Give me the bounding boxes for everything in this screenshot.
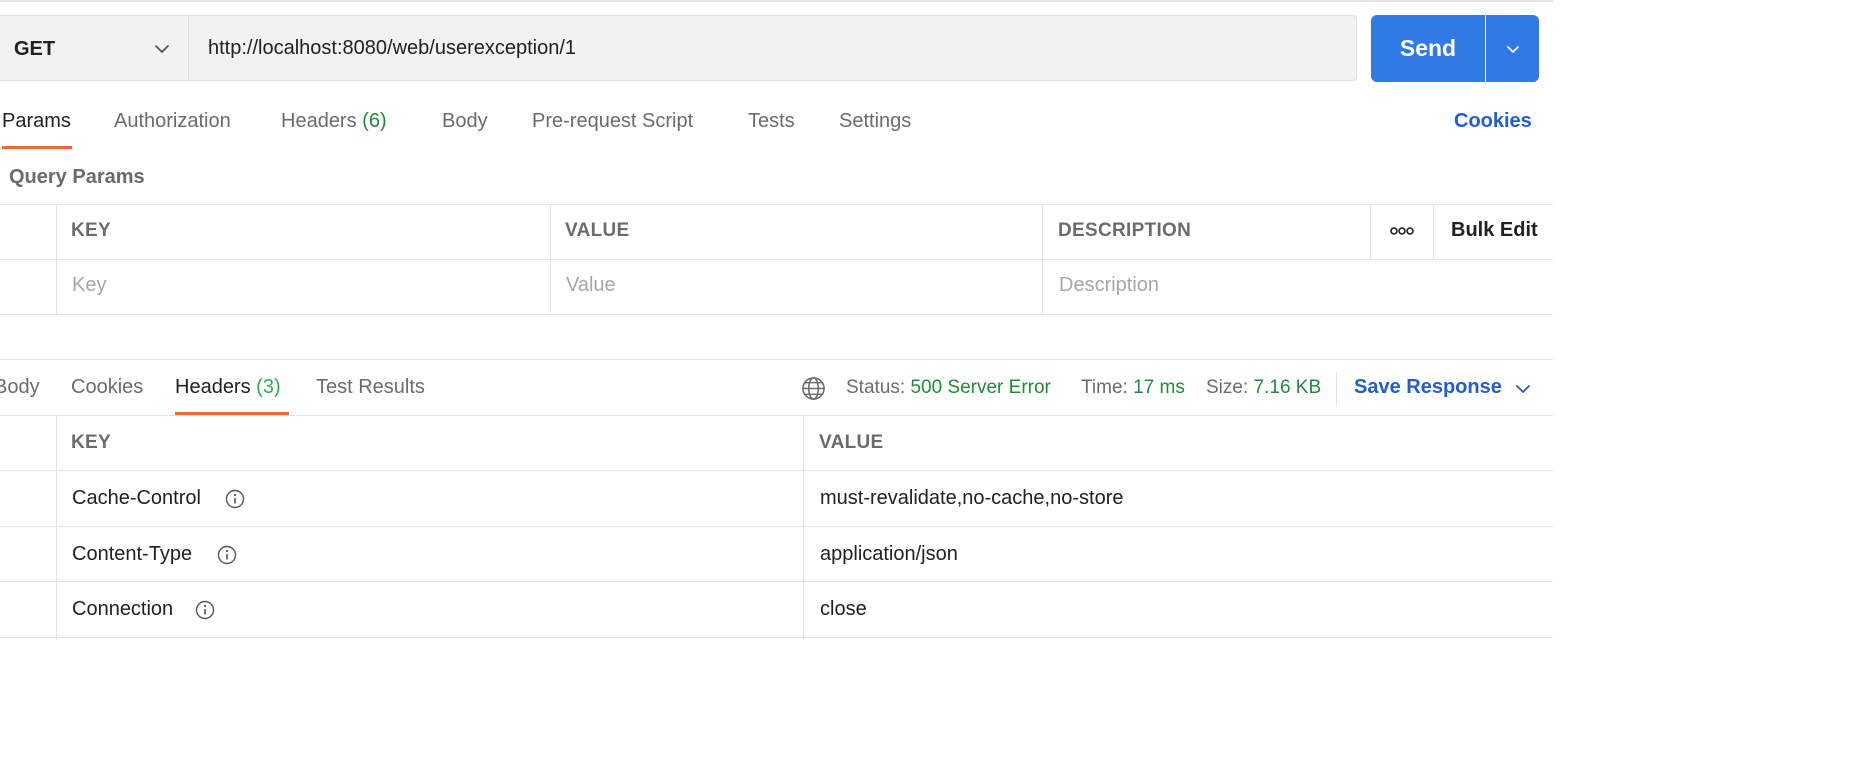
tab-params[interactable]: Params bbox=[2, 110, 71, 133]
top-divider bbox=[0, 0, 1553, 2]
send-options-button[interactable] bbox=[1486, 15, 1539, 82]
info-icon[interactable] bbox=[195, 600, 215, 620]
param-key-input[interactable]: Key bbox=[72, 274, 106, 297]
table-border bbox=[56, 415, 57, 640]
params-col-value: VALUE bbox=[565, 220, 630, 241]
resp-headers-count: (3) bbox=[256, 376, 281, 398]
headers-col-key: KEY bbox=[71, 432, 111, 453]
query-params-title: Query Params bbox=[9, 166, 145, 188]
size-value: 7.16 KB bbox=[1253, 377, 1322, 398]
tab-authorization[interactable]: Authorization bbox=[114, 110, 231, 133]
header-value: application/json bbox=[820, 543, 958, 565]
params-col-key: KEY bbox=[71, 220, 111, 241]
header-key: Cache-Control bbox=[72, 487, 201, 509]
globe-icon[interactable] bbox=[801, 376, 826, 401]
params-col-description: DESCRIPTION bbox=[1058, 220, 1192, 241]
resp-tab-body[interactable]: Body bbox=[0, 376, 40, 399]
tab-headers[interactable]: Headers (6) bbox=[281, 110, 387, 133]
info-icon[interactable] bbox=[225, 489, 245, 509]
response-divider bbox=[0, 359, 1553, 360]
table-border bbox=[0, 470, 1553, 471]
chevron-down-icon[interactable] bbox=[1514, 380, 1532, 398]
size-indicator[interactable]: Size: 7.16 KB bbox=[1206, 377, 1321, 399]
resp-tab-test-results[interactable]: Test Results bbox=[316, 376, 425, 399]
resp-tab-headers[interactable]: Headers (3) bbox=[175, 376, 281, 399]
header-value: close bbox=[820, 598, 867, 620]
table-border bbox=[550, 204, 551, 315]
resp-tab-cookies[interactable]: Cookies bbox=[71, 376, 143, 399]
send-button[interactable]: Send bbox=[1371, 15, 1485, 82]
table-border bbox=[56, 204, 57, 315]
tab-tests[interactable]: Tests bbox=[748, 110, 795, 133]
table-border bbox=[1370, 204, 1371, 260]
table-border bbox=[0, 314, 1553, 315]
active-tab-indicator bbox=[2, 146, 72, 149]
param-description-input[interactable]: Description bbox=[1059, 274, 1159, 297]
tab-settings[interactable]: Settings bbox=[839, 110, 911, 133]
tab-body[interactable]: Body bbox=[442, 110, 488, 133]
chevron-down-icon[interactable] bbox=[153, 40, 171, 58]
status-indicator[interactable]: Status: 500 Server Error bbox=[846, 377, 1051, 399]
table-border bbox=[803, 415, 804, 640]
table-border bbox=[0, 637, 1553, 638]
table-border bbox=[1433, 204, 1434, 260]
table-border bbox=[0, 204, 1553, 205]
table-border bbox=[0, 526, 1553, 527]
status-value: 500 Server Error bbox=[910, 377, 1051, 398]
table-border bbox=[1042, 204, 1043, 315]
time-value: 17 ms bbox=[1133, 377, 1185, 398]
chevron-down-icon bbox=[1506, 45, 1519, 53]
headers-count: (6) bbox=[362, 110, 387, 132]
param-value-input[interactable]: Value bbox=[566, 274, 616, 297]
headers-col-value: VALUE bbox=[819, 432, 884, 453]
url-text: http://localhost:8080/web/userexception/… bbox=[208, 37, 577, 59]
table-border bbox=[0, 415, 1553, 416]
table-border bbox=[0, 259, 1553, 260]
header-value: must-revalidate,no-cache,no-store bbox=[820, 487, 1124, 509]
time-indicator[interactable]: Time: 17 ms bbox=[1081, 377, 1185, 399]
bulk-edit-button[interactable]: Bulk Edit bbox=[1451, 219, 1538, 242]
table-border bbox=[0, 581, 1553, 582]
method-label: GET bbox=[14, 38, 56, 60]
cookies-link[interactable]: Cookies bbox=[1454, 110, 1532, 133]
header-key: Content-Type bbox=[72, 543, 193, 565]
header-key: Connection bbox=[72, 598, 174, 620]
postman-request-view: GET http://localhost:8080/web/userexcept… bbox=[0, 0, 1553, 640]
more-options-icon[interactable] bbox=[1389, 225, 1415, 237]
save-response-button[interactable]: Save Response bbox=[1354, 376, 1502, 399]
tab-pre-request-script[interactable]: Pre-request Script bbox=[532, 110, 693, 133]
info-icon[interactable] bbox=[217, 545, 237, 565]
meta-divider bbox=[1336, 372, 1337, 406]
